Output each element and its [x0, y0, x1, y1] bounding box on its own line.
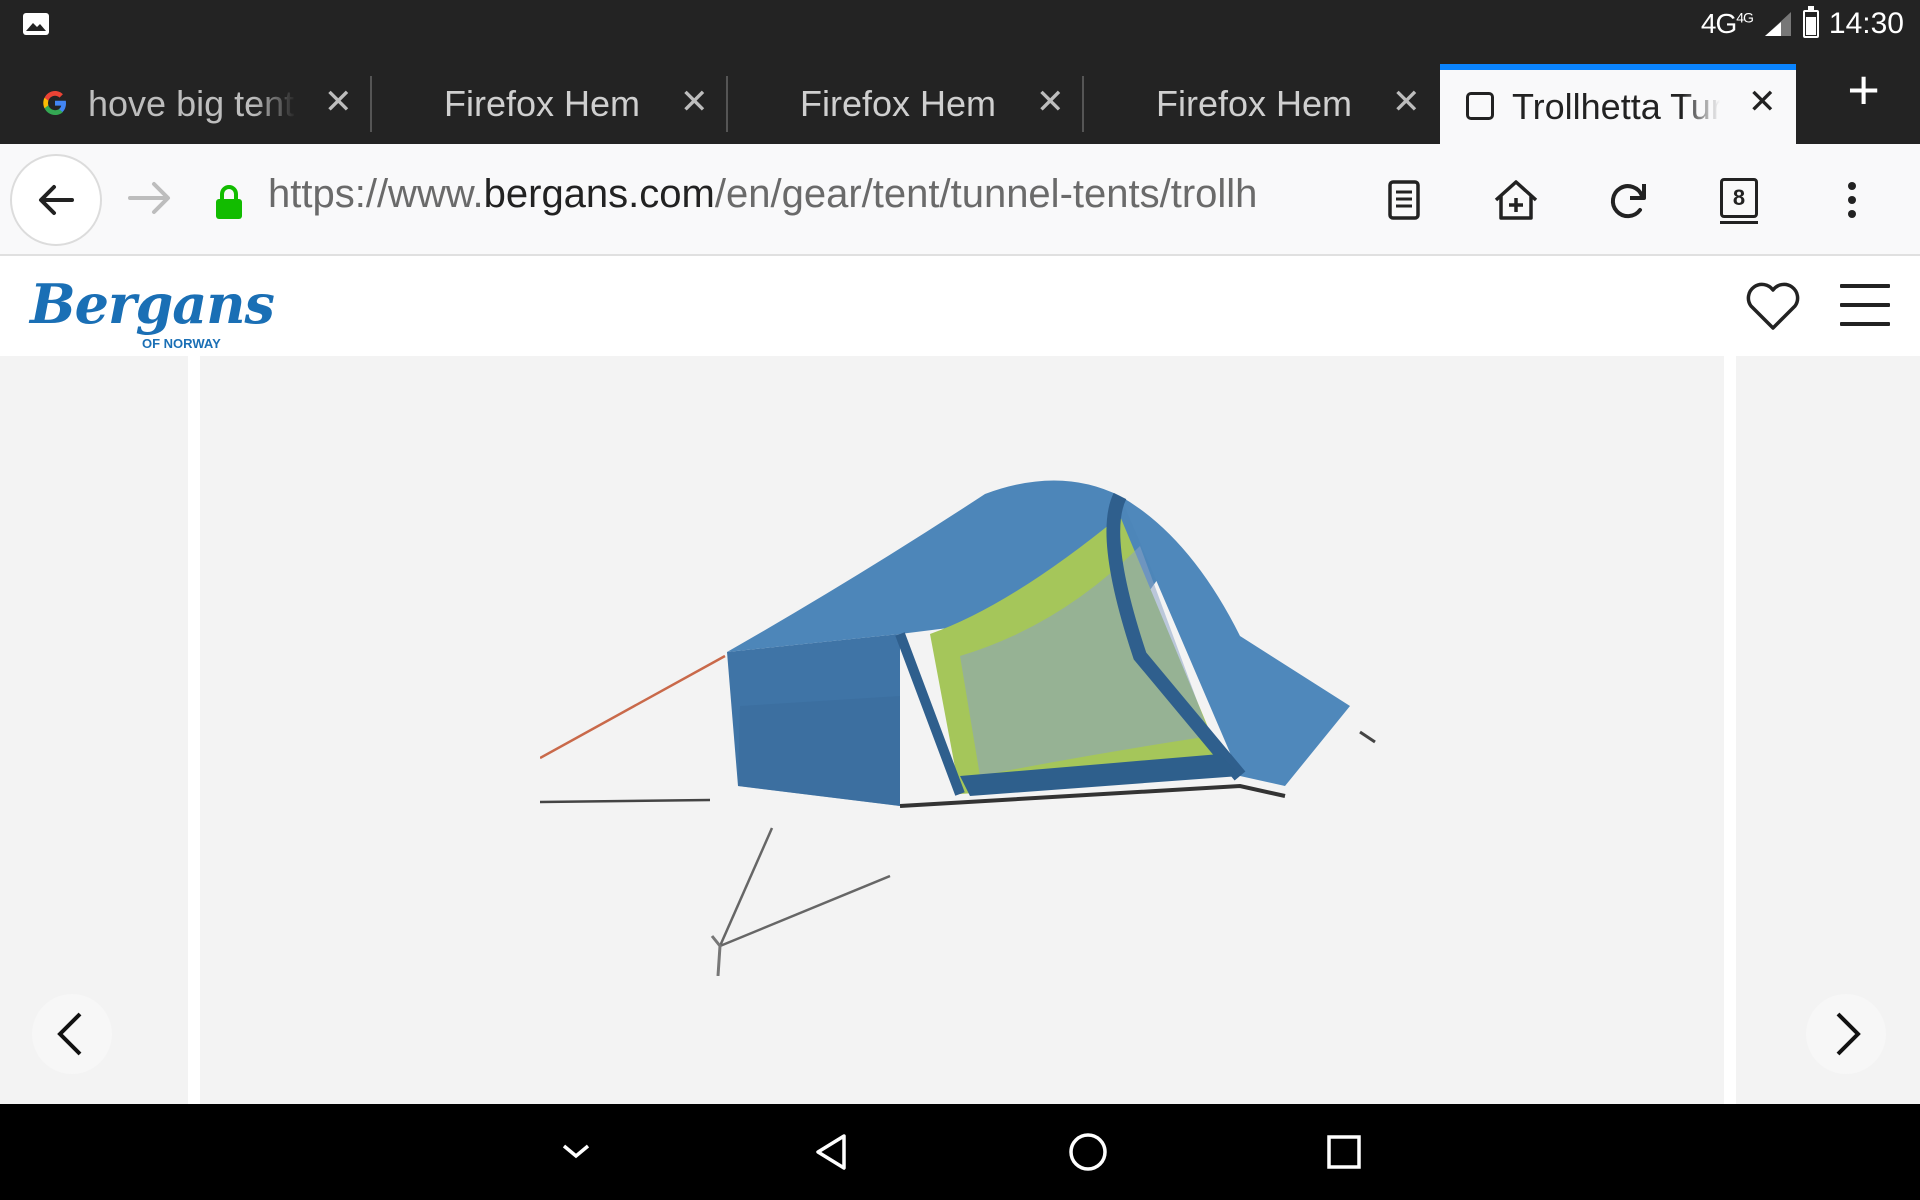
- prev-image-button[interactable]: [32, 994, 112, 1074]
- page-icon: [1466, 92, 1494, 120]
- logo-text: Bergans: [30, 272, 275, 336]
- gallery-divider: [188, 356, 200, 1104]
- product-gallery: [0, 356, 1920, 1104]
- tent-product-image[interactable]: [540, 456, 1380, 976]
- tab-title: Firefox Hem: [1156, 83, 1353, 124]
- tab-1[interactable]: hove big tent ✕: [0, 64, 372, 144]
- gallery-divider: [1724, 356, 1736, 1104]
- recents-square-icon[interactable]: [1320, 1128, 1368, 1176]
- hamburger-menu-icon[interactable]: [1840, 284, 1890, 326]
- status-bar: 4G4G 14:30: [0, 0, 1920, 48]
- next-image-button[interactable]: [1806, 994, 1886, 1074]
- signal-icon: [1764, 12, 1791, 36]
- browser-toolbar: https://www.bergans.com/en/gear/tent/tun…: [0, 144, 1920, 256]
- tab-3[interactable]: Firefox Hem ✕: [728, 64, 1084, 144]
- tab-title: Trollhetta Tur: [1512, 86, 1720, 127]
- close-tab-icon[interactable]: ✕: [1392, 82, 1421, 122]
- back-button[interactable]: [10, 154, 102, 246]
- google-icon: [43, 91, 66, 115]
- tab-2[interactable]: Firefox Hem ✕: [372, 64, 728, 144]
- heart-icon[interactable]: [1744, 280, 1802, 332]
- back-triangle-icon[interactable]: [808, 1128, 856, 1176]
- site-header: Bergans OF NORWAY: [0, 256, 1920, 356]
- network-type: 4G4G: [1700, 8, 1754, 39]
- back-icon: [39, 185, 74, 215]
- close-tab-icon[interactable]: ✕: [1036, 82, 1065, 122]
- tabs-counter-button[interactable]: 8: [1720, 178, 1758, 224]
- tab-4[interactable]: Firefox Hem ✕: [1084, 64, 1440, 144]
- url-bar[interactable]: https://www.bergans.com/en/gear/tent/tun…: [268, 172, 1348, 228]
- close-tab-icon[interactable]: ✕: [1748, 82, 1777, 122]
- clock: 14:30: [1828, 7, 1904, 40]
- close-tab-icon[interactable]: ✕: [680, 82, 709, 122]
- overflow-menu-icon[interactable]: [1826, 174, 1878, 226]
- url-host: bergans.com: [483, 172, 715, 216]
- chevron-right-icon: [1836, 1012, 1861, 1056]
- home-circle-icon[interactable]: [1064, 1128, 1112, 1176]
- hide-keyboard-icon[interactable]: [556, 1128, 596, 1176]
- url-prefix: https://www.: [268, 172, 484, 216]
- bergans-logo[interactable]: Bergans OF NORWAY: [30, 272, 275, 351]
- tab-title: hove big tent: [88, 83, 295, 124]
- system-navigation-bar: [0, 1104, 1920, 1200]
- reader-mode-icon[interactable]: [1378, 174, 1430, 226]
- new-tab-button[interactable]: +: [1847, 62, 1880, 118]
- url-path: /en/gear/tent/tunnel-tents/trollh: [714, 172, 1258, 216]
- logo-subtitle: OF NORWAY: [142, 336, 221, 351]
- tab-active[interactable]: Trollhetta Tur ✕: [1440, 64, 1796, 144]
- image-notification-icon: [23, 13, 49, 35]
- battery-icon: [1802, 6, 1819, 38]
- add-to-home-icon[interactable]: [1490, 174, 1542, 226]
- reload-icon[interactable]: [1602, 174, 1654, 226]
- forward-icon[interactable]: [124, 172, 176, 224]
- chevron-left-icon: [57, 1012, 82, 1056]
- tab-title: Firefox Hem: [800, 83, 997, 124]
- lock-icon: [216, 185, 242, 219]
- tab-title: Firefox Hem: [444, 83, 641, 124]
- close-tab-icon[interactable]: ✕: [324, 82, 353, 122]
